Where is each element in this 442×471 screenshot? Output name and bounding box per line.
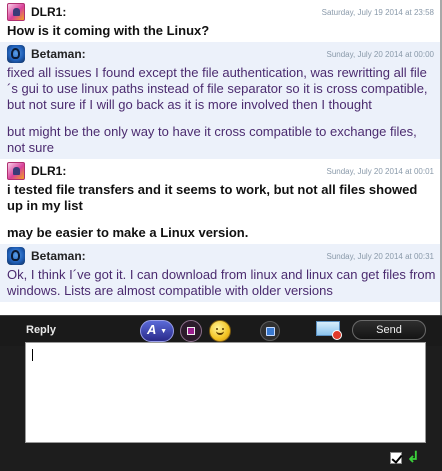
chat-message: DLR1: Sunday, July 20 2014 at 00:01 i te… bbox=[0, 159, 440, 244]
enter-to-send-checkbox[interactable] bbox=[390, 452, 402, 464]
send-button[interactable]: Send bbox=[352, 320, 426, 340]
chat-transcript[interactable]: DLR1: Saturday, July 19 2014 at 23:58 Ho… bbox=[0, 0, 442, 315]
message-sender: Betaman: bbox=[31, 249, 86, 263]
message-text: Ok, I think I´ve got it. I can download … bbox=[7, 267, 436, 298]
message-text: may be easier to make a Linux version. bbox=[7, 225, 249, 240]
text-cursor bbox=[32, 349, 33, 361]
disabled-badge-icon bbox=[332, 330, 342, 340]
message-sender: DLR1: bbox=[31, 164, 67, 178]
emoticon-button[interactable] bbox=[209, 320, 231, 342]
dlr1-avatar-icon bbox=[7, 162, 25, 180]
message-text: but might be the only way to have it cro… bbox=[7, 124, 417, 155]
text-color-button[interactable] bbox=[180, 320, 202, 342]
reply-label: Reply bbox=[26, 324, 56, 336]
chevron-down-icon: ▼ bbox=[160, 328, 167, 335]
dlr1-avatar-icon bbox=[7, 3, 25, 21]
message-timestamp: Sunday, July 20 2014 at 00:31 bbox=[326, 251, 435, 261]
betaman-avatar-icon bbox=[7, 45, 25, 63]
reply-input[interactable] bbox=[25, 342, 426, 443]
chat-message: Betaman: Sunday, July 20 2014 at 00:00 f… bbox=[0, 42, 440, 159]
message-timestamp: Sunday, July 20 2014 at 00:00 bbox=[326, 49, 435, 59]
message-timestamp: Saturday, July 19 2014 at 23:58 bbox=[321, 7, 434, 17]
save-icon[interactable] bbox=[260, 321, 280, 341]
message-sender: DLR1: bbox=[31, 5, 67, 19]
message-text: How is it coming with the Linux? bbox=[7, 23, 210, 38]
betaman-avatar-icon bbox=[7, 247, 25, 265]
message-timestamp: Sunday, July 20 2014 at 00:01 bbox=[326, 166, 435, 176]
email-notify-button[interactable] bbox=[316, 318, 342, 340]
chat-message: Betaman: Sunday, July 20 2014 at 00:31 O… bbox=[0, 244, 440, 302]
font-icon: A bbox=[147, 322, 157, 337]
font-style-button[interactable]: A ▼ bbox=[140, 320, 174, 342]
enter-key-icon: ↲ bbox=[407, 449, 420, 466]
message-sender: Betaman: bbox=[31, 47, 86, 61]
message-text: i tested file transfers and it seems to … bbox=[7, 182, 418, 213]
chat-message: DLR1: Saturday, July 19 2014 at 23:58 Ho… bbox=[0, 0, 440, 42]
message-text: fixed all issues I found except the file… bbox=[7, 65, 428, 112]
